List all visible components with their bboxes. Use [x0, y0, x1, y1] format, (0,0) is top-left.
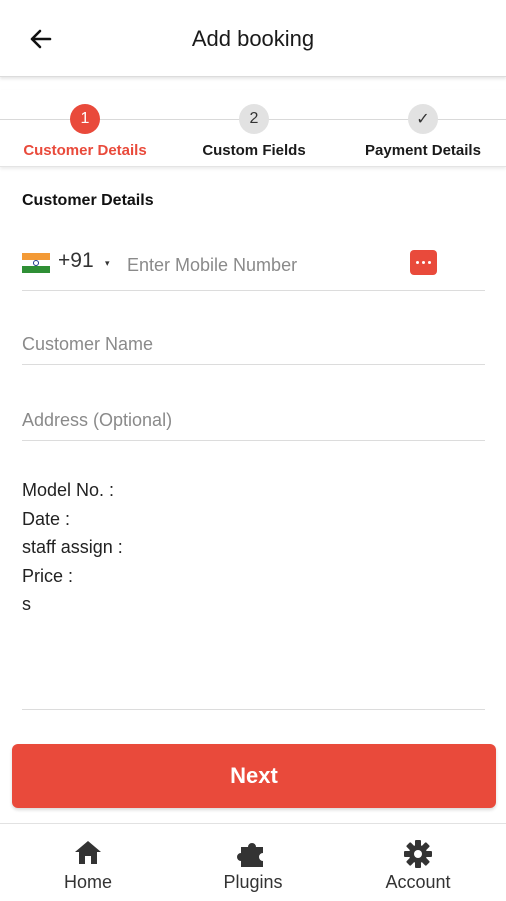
nav-plugins[interactable]: Plugins	[169, 824, 337, 901]
gear-icon	[404, 840, 432, 868]
nav-account[interactable]: Account	[334, 824, 502, 901]
next-button[interactable]: Next	[12, 744, 496, 808]
bottom-navigation: Home Plugins Account	[0, 823, 506, 901]
note-line-model: Model No. :	[22, 480, 115, 500]
nav-label: Home	[63, 872, 112, 892]
address-input[interactable]	[22, 406, 485, 434]
step-number-badge: 1	[70, 104, 100, 134]
india-flag-icon[interactable]	[22, 253, 50, 273]
page-title: Add booking	[191, 26, 315, 51]
note-line-extra: s	[22, 594, 31, 614]
step-label: Payment Details	[365, 142, 481, 159]
step-label: Custom Fields	[202, 142, 306, 159]
nav-label: Account	[385, 872, 451, 892]
app-header: Add booking	[0, 0, 506, 77]
puzzle-icon	[237, 843, 263, 867]
step-number-badge: 2	[239, 104, 269, 134]
step-payment-details[interactable]: ✓ Payment Details	[338, 104, 506, 159]
step-check-badge: ✓	[408, 104, 438, 134]
address-field	[22, 396, 485, 441]
nav-label: Plugins	[223, 872, 283, 892]
nav-home[interactable]: Home	[4, 824, 172, 901]
step-custom-fields[interactable]: 2 Custom Fields	[169, 104, 339, 159]
note-line-price: Price :	[22, 565, 74, 586]
more-options-button[interactable]	[410, 250, 437, 275]
step-label: Customer Details	[23, 142, 147, 159]
progress-stepper: 1 Customer Details 2 Custom Fields ✓ Pay…	[0, 90, 506, 167]
step-customer-details[interactable]: 1 Customer Details	[0, 104, 170, 159]
country-code-selector[interactable]: +91	[58, 249, 94, 273]
note-line-staff: staff assign :	[22, 537, 123, 557]
section-title: Customer Details	[22, 192, 154, 209]
note-line-date: Date :	[22, 508, 71, 529]
customer-name-field	[22, 320, 485, 365]
mobile-number-input[interactable]	[125, 250, 399, 280]
booking-notes[interactable]: Model No. : Date : staff assign : Price …	[22, 476, 485, 710]
caret-down-icon[interactable]: ▾	[105, 258, 110, 269]
home-icon	[75, 841, 101, 864]
customer-name-input[interactable]	[22, 330, 485, 358]
mobile-number-row: +91 ▾	[22, 240, 485, 291]
